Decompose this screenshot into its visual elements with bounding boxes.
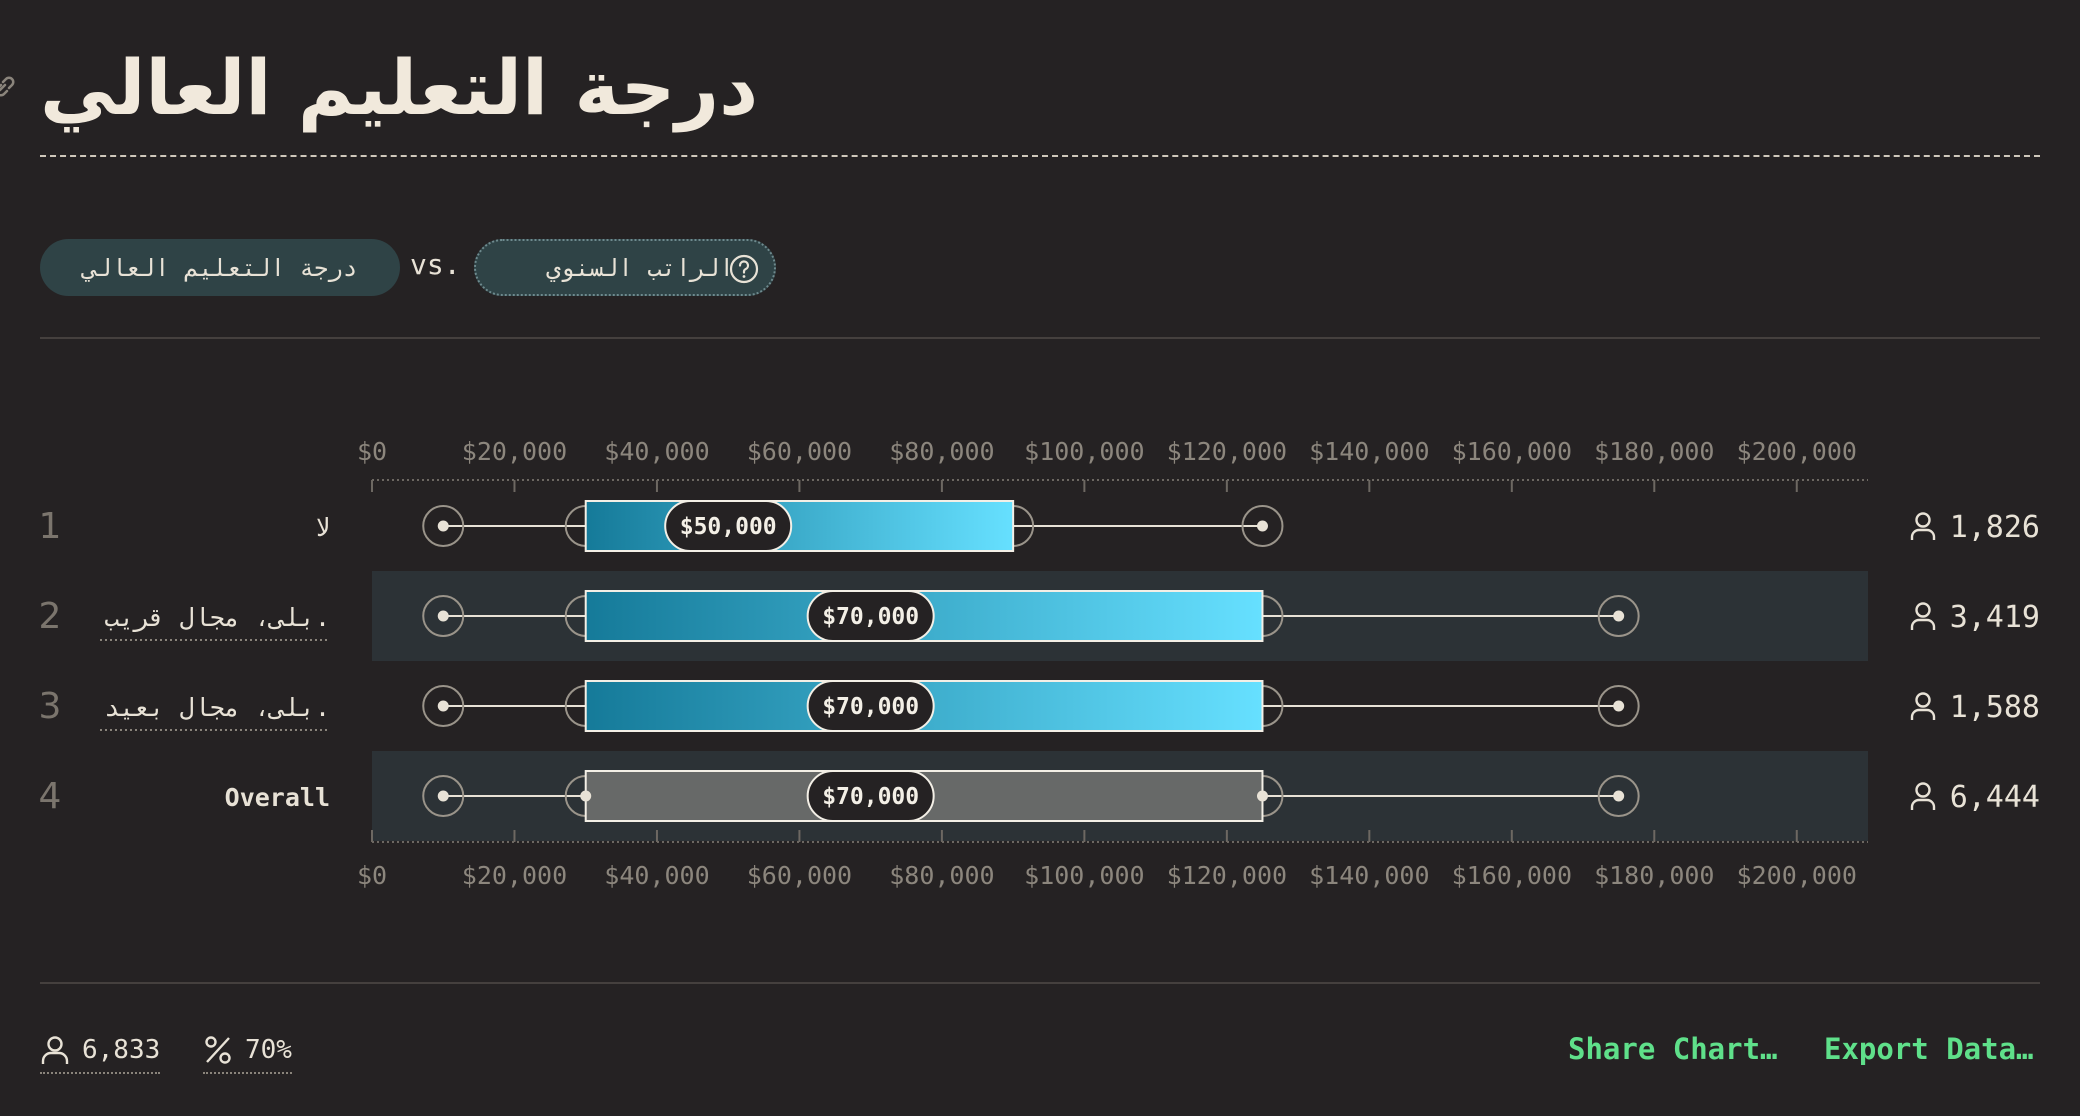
top-axis-tick-label: $80,000 <box>889 437 994 466</box>
person-icon-head <box>1915 692 1931 708</box>
row-rank: 1 <box>39 506 62 547</box>
whisker-max-dot <box>1613 700 1625 712</box>
bottom-axis-tick-label: $120,000 <box>1167 861 1287 890</box>
q3-dot <box>1256 790 1268 802</box>
response-rate-value: 70% <box>245 1035 292 1065</box>
iqr-box <box>584 500 1015 552</box>
top-axis-tick-label: $200,000 <box>1737 437 1857 466</box>
top-axis-tick-label: $140,000 <box>1309 437 1429 466</box>
whisker-min-dot <box>437 790 449 802</box>
median-label: $70,000 <box>822 784 919 810</box>
whisker-min-dot <box>437 520 449 532</box>
row-count-icon <box>1910 512 1936 540</box>
bottom-axis-tick-label: $40,000 <box>604 861 709 890</box>
percent-icon <box>205 1036 231 1064</box>
row-label: بلى، مجال قريب. <box>104 603 330 632</box>
row-label: Overall <box>225 783 330 812</box>
row-count: 3,419 <box>1950 600 2040 635</box>
q1-dot <box>580 790 592 802</box>
bottom-axis-tick-label: $0 <box>357 861 387 890</box>
person-icon-head <box>1915 602 1931 618</box>
row-count-icon <box>1910 782 1936 810</box>
median-label: $50,000 <box>680 514 777 540</box>
top-axis-tick-label: $20,000 <box>462 437 567 466</box>
top-axis-tick-label: $160,000 <box>1452 437 1572 466</box>
row-label: بلى، مجال بعيد. <box>104 693 330 722</box>
bottom-axis-tick-label: $20,000 <box>462 861 567 890</box>
row-count: 6,444 <box>1950 780 2040 815</box>
salary-box-chart: $0 $0 $20,000 $20,000 $40,000 $40,000 $60,000 $… <box>39 437 2040 890</box>
link-icon[interactable] <box>0 72 22 100</box>
vs-label: vs. <box>410 248 461 281</box>
share-chart-link[interactable]: Share Chart… <box>1568 1032 1778 1066</box>
person-icon-body <box>1910 708 1936 720</box>
metric-pill[interactable]: الراتب السنوي <box>474 239 776 296</box>
row-rank: 3 <box>39 686 62 727</box>
bottom-axis-tick-label: $180,000 <box>1594 861 1714 890</box>
row-rank: 2 <box>39 596 62 637</box>
whisker-min-dot <box>437 700 449 712</box>
bottom-axis-tick-label: $140,000 <box>1309 861 1429 890</box>
row-count: 1,588 <box>1950 690 2040 725</box>
whisker-min-dot <box>437 610 449 622</box>
title-divider <box>40 155 2040 157</box>
top-axis-tick-label: $180,000 <box>1594 437 1714 466</box>
box-row-3: 3 بلى، مجال بعيد. $70,000 1,588 <box>39 680 2040 732</box>
row-label: لا <box>315 513 330 542</box>
median-label: $70,000 <box>822 604 919 630</box>
group-by-pill[interactable]: درجة التعليم العالي <box>40 239 400 296</box>
top-axis-tick-label: $100,000 <box>1024 437 1144 466</box>
help-icon[interactable] <box>728 253 760 285</box>
box-row-1: 1 لا $50,000 1,826 <box>39 500 2040 552</box>
section-divider-bottom <box>40 982 2040 984</box>
bottom-axis-tick-label: $60,000 <box>747 861 852 890</box>
whisker-max-dot <box>1256 520 1268 532</box>
top-axis-tick-label: $40,000 <box>604 437 709 466</box>
person-icon-body <box>1910 798 1936 810</box>
person-icon-body <box>1910 528 1936 540</box>
total-respondents[interactable]: 6,833 <box>40 1030 161 1074</box>
bottom-axis-tick-label: $160,000 <box>1452 861 1572 890</box>
row-count-icon <box>1910 692 1936 720</box>
median-label: $70,000 <box>822 694 919 720</box>
row-rank: 4 <box>39 776 62 817</box>
whisker-max-dot <box>1613 790 1625 802</box>
top-axis-tick-label: $60,000 <box>747 437 852 466</box>
total-respondents-value: 6,833 <box>82 1035 161 1065</box>
person-icon-head <box>1915 512 1931 528</box>
page-title: درجة التعليم العالي <box>40 43 759 132</box>
person-icon-body <box>1910 618 1936 630</box>
bottom-axis-tick-label: $200,000 <box>1737 861 1857 890</box>
person-icon <box>41 1036 69 1064</box>
row-count-icon <box>1910 602 1936 630</box>
top-axis-tick-label: $120,000 <box>1167 437 1287 466</box>
bottom-axis-tick-label: $100,000 <box>1024 861 1144 890</box>
bottom-axis-tick-label: $80,000 <box>889 861 994 890</box>
top-axis-tick-label: $0 <box>357 437 387 466</box>
row-count: 1,826 <box>1950 510 2040 545</box>
whisker-max-dot <box>1613 610 1625 622</box>
metric-pill-label: الراتب السنوي <box>546 253 734 282</box>
response-rate[interactable]: 70% <box>203 1030 292 1074</box>
section-divider-top <box>40 337 2040 339</box>
export-data-link[interactable]: Export Data… <box>1824 1032 2034 1066</box>
person-icon-head <box>1915 782 1931 798</box>
